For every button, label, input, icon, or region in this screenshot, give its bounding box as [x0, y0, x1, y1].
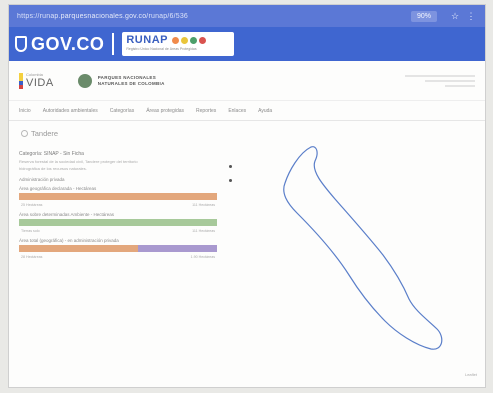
- description-line-2: hidrográfica de los recursos naturales.: [19, 166, 87, 171]
- colombia-vida-logo[interactable]: Colombia VIDA: [19, 72, 54, 89]
- nav-item-ayuda[interactable]: Ayuda: [258, 108, 272, 114]
- area-bar: [19, 219, 217, 226]
- main-nav: Inicio Autoridades ambientales Categoría…: [9, 101, 485, 121]
- administration-label: Administración privada: [19, 177, 65, 182]
- scroll-marker[interactable]: [229, 179, 232, 182]
- area-map[interactable]: Leaflet: [245, 123, 485, 381]
- vida-label: VIDA: [26, 77, 54, 89]
- nav-item-areas[interactable]: Áreas protegidas: [146, 108, 184, 114]
- area-boundary[interactable]: [283, 146, 443, 350]
- runap-title: RUNAP: [126, 34, 168, 46]
- main-content: Tandere Categoría: SINAP - Sin Ficha Res…: [9, 121, 485, 383]
- address-bar[interactable]: https://runap.parquesnacionales.gov.co/r…: [17, 13, 411, 20]
- bar-right-value: 1.90 Hectáreas: [190, 255, 215, 259]
- browser-window: https://runap.parquesnacionales.gov.co/r…: [8, 4, 486, 388]
- institution-header: Colombia VIDA PARQUES NACIONALES NATURAL…: [9, 61, 485, 101]
- runap-subtitle: Registro Único Nacional de Áreas Protegi…: [126, 47, 197, 51]
- colombia-flag-icon: [19, 72, 23, 89]
- browser-toolbar: https://runap.parquesnacionales.gov.co/r…: [9, 5, 485, 27]
- bar-segment: [19, 219, 217, 226]
- pnn-line-1: PARQUES NACIONALES: [97, 74, 157, 80]
- nav-item-inicio[interactable]: Inicio: [19, 108, 31, 114]
- description-line-1: Reserva forestal de la sociedad civil, T…: [19, 159, 138, 164]
- scroll-marker[interactable]: [229, 165, 232, 168]
- pnn-line-2: NATURALES DE COLOMBIA: [97, 80, 165, 86]
- url-domain: parquesnacionales.gov.co: [60, 12, 147, 20]
- runap-dots-icon: [171, 36, 206, 44]
- nav-item-reportes[interactable]: Reportes: [196, 108, 216, 114]
- bar-meta: 25 Hectáreas 111 Hectáreas: [19, 203, 217, 207]
- area-details: Categoría: SINAP - Sin Ficha Reserva for…: [19, 151, 217, 264]
- nav-item-autoridades[interactable]: Autoridades ambientales: [43, 108, 98, 114]
- bar-right-value: 111 Hectáreas: [192, 229, 215, 233]
- nav-item-categorias[interactable]: Categorías: [110, 108, 134, 114]
- runap-dot: [189, 36, 197, 44]
- bar-segment: [19, 193, 217, 200]
- gov-shield-icon: [15, 36, 27, 52]
- runap-dot: [171, 36, 179, 44]
- divider: [112, 33, 115, 55]
- pnn-logo[interactable]: PARQUES NACIONALES NATURALES DE COLOMBIA: [77, 73, 165, 88]
- category-label: Categoría: SINAP - Sin Ficha: [19, 151, 84, 157]
- area-name: Tandere: [31, 129, 59, 138]
- gov-co-bar: GOV.CO RUNAP Registro Único Nacional de …: [9, 27, 485, 61]
- header-right-placeholder: [395, 74, 475, 87]
- bar-left-value: Tierras solo: [21, 229, 40, 233]
- map-canvas[interactable]: [245, 123, 485, 381]
- bar-left-value: 25 Hectáreas: [21, 203, 43, 207]
- area-bar: [19, 245, 217, 252]
- url-path: /runap/6/536: [146, 12, 189, 20]
- bar-meta: Tierras solo 111 Hectáreas: [19, 229, 217, 233]
- zoom-indicator[interactable]: 90%: [410, 10, 437, 22]
- bar-label: Área sobre determinadas Ambiente - Hectá…: [19, 212, 115, 217]
- runap-dot: [180, 36, 188, 44]
- bar-segment: [137, 245, 217, 252]
- gov-co-logo[interactable]: GOV.CO: [31, 34, 104, 55]
- area-bar: [19, 193, 217, 200]
- bar-left-value: 28 Hectáreas: [21, 255, 43, 259]
- bar-label: Área geográfica declarada - Hectáreas: [19, 186, 97, 191]
- map-attribution[interactable]: Leaflet: [465, 372, 477, 377]
- location-icon: [21, 130, 28, 137]
- runap-dot: [198, 36, 206, 44]
- url-prefix: https://runap.: [17, 12, 61, 20]
- runap-logo[interactable]: RUNAP Registro Único Nacional de Áreas P…: [122, 32, 235, 56]
- nav-item-enlaces[interactable]: Enlaces: [228, 108, 246, 114]
- menu-icon[interactable]: ⋮: [465, 11, 477, 22]
- bar-right-value: 111 Hectáreas: [192, 203, 215, 207]
- page-title: Tandere: [21, 129, 58, 138]
- bar-meta: 28 Hectáreas 1.90 Hectáreas: [19, 255, 217, 259]
- bar-segment: [19, 245, 138, 252]
- bar-label: Área total (geográfica) - en administrac…: [19, 238, 119, 243]
- star-icon[interactable]: ☆: [449, 11, 461, 22]
- pnn-emblem-icon: [77, 73, 92, 88]
